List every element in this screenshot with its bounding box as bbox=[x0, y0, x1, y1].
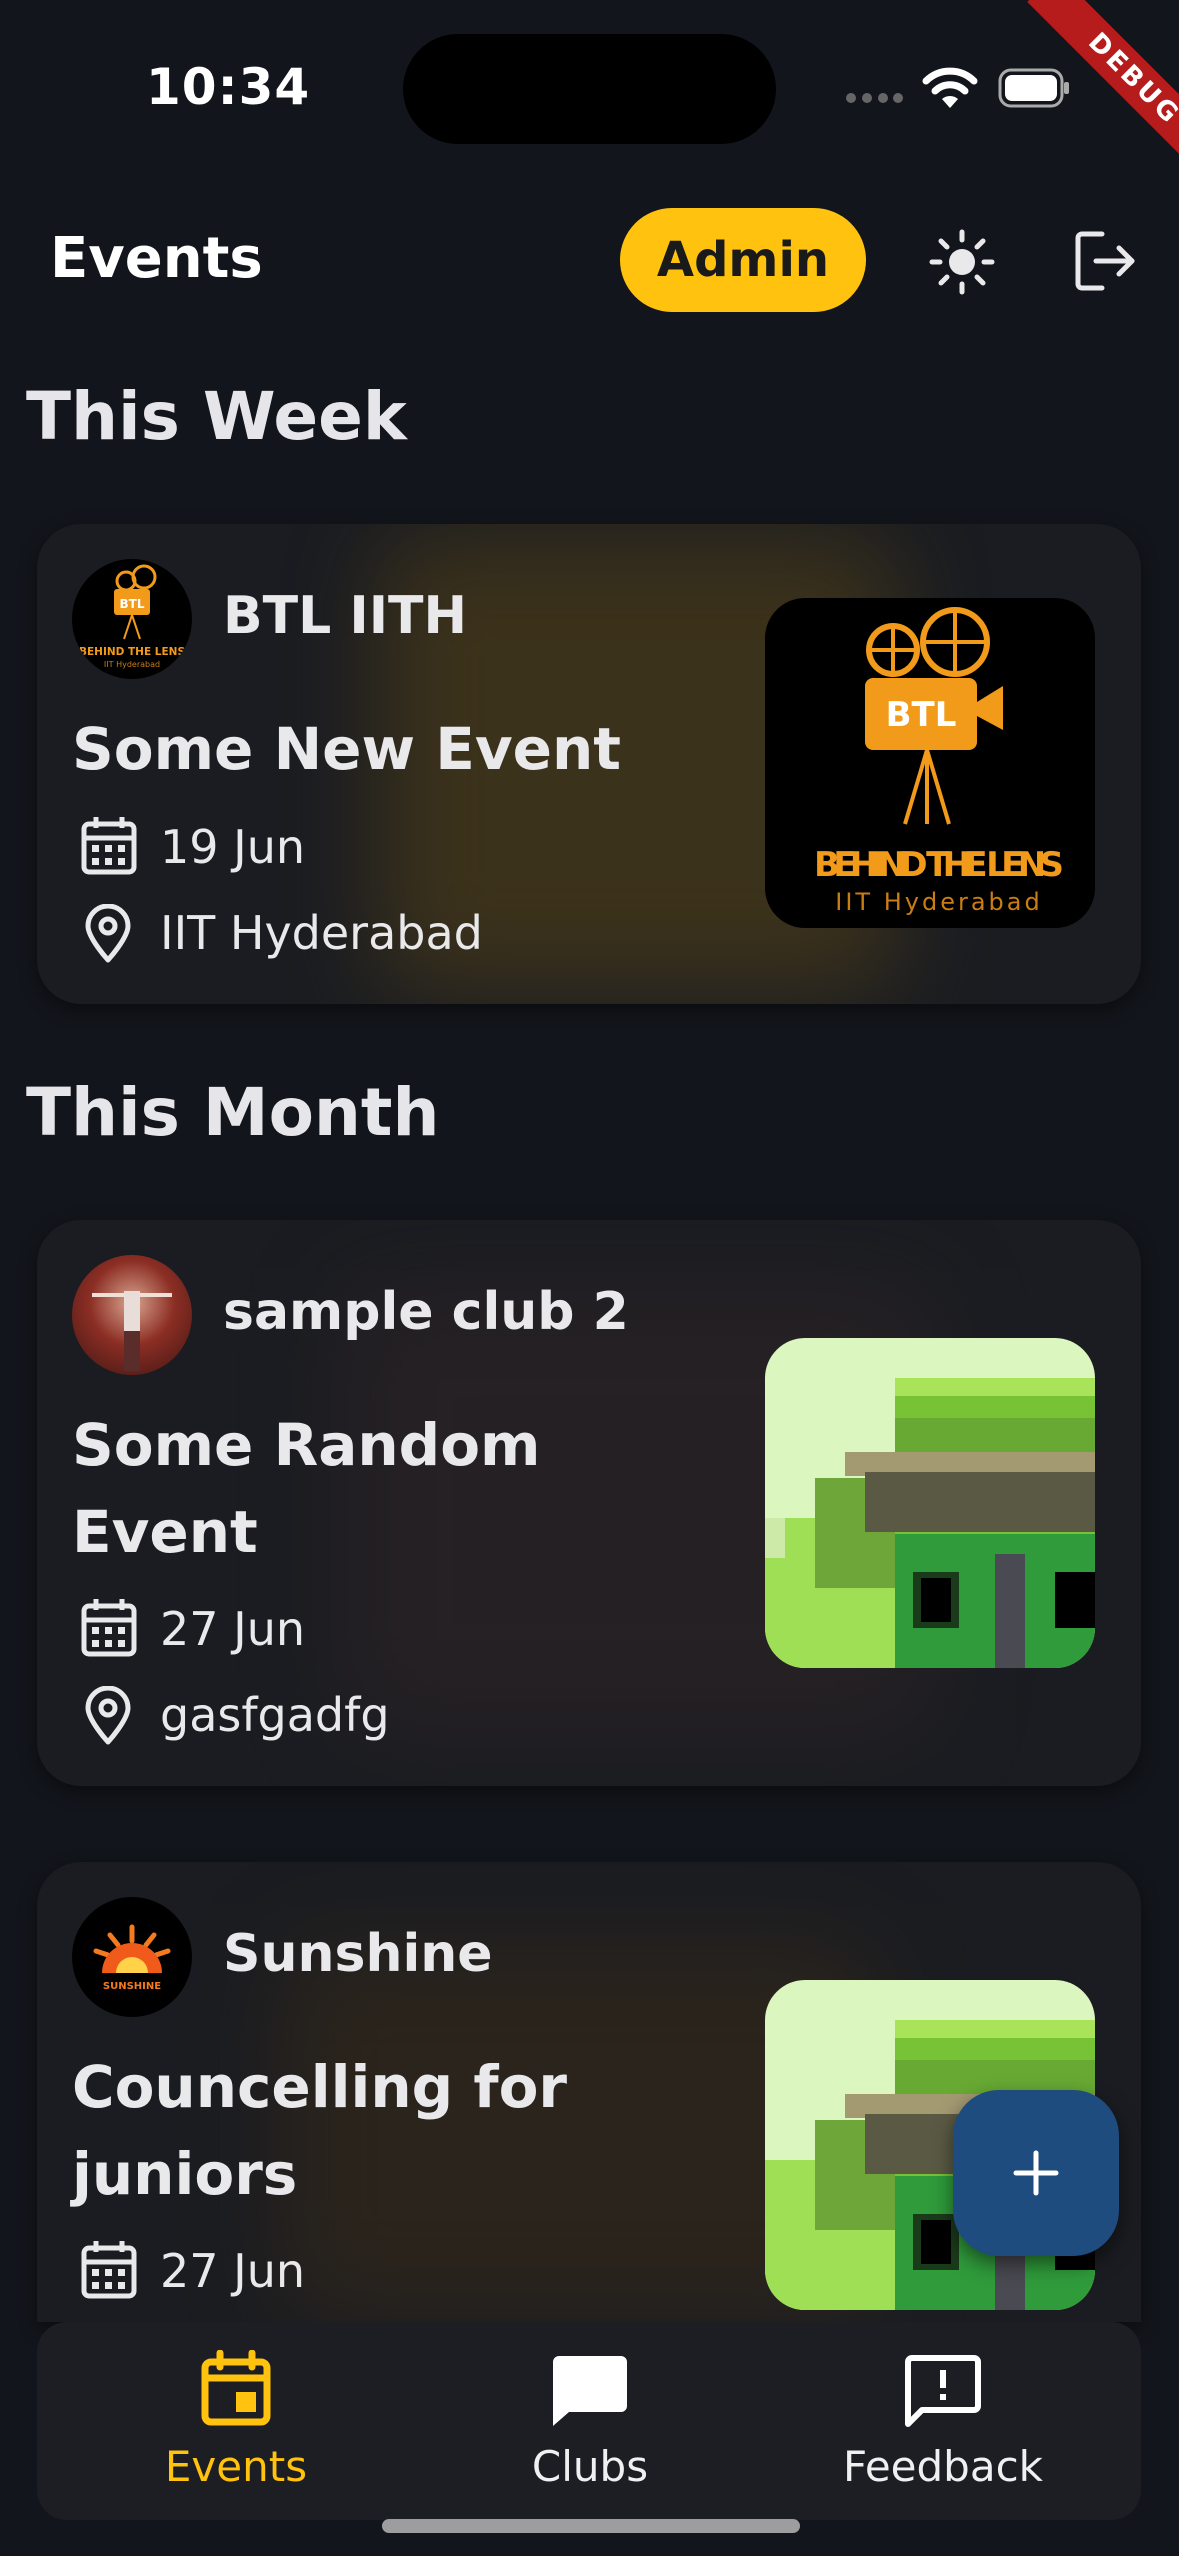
debug-banner: DEBUG bbox=[960, 0, 1179, 219]
location-pin-icon bbox=[85, 904, 131, 963]
section-title-this-week: This Week bbox=[26, 378, 407, 455]
event-location: gasfgadfg bbox=[160, 1688, 390, 1742]
event-thumbnail-btl: BTL BEHIND THE LENS IIT Hyderabad bbox=[765, 598, 1095, 928]
svg-text:BTL: BTL bbox=[886, 695, 957, 735]
event-date: 27 Jun bbox=[160, 1602, 306, 1656]
club-name: sample club 2 bbox=[223, 1282, 629, 1342]
status-time: 10:34 bbox=[146, 58, 311, 116]
section-title-this-month: This Month bbox=[26, 1074, 440, 1151]
calendar-icon bbox=[201, 2350, 271, 2426]
event-date: 27 Jun bbox=[160, 2244, 306, 2298]
svg-text:BEHIND THE LENS: BEHIND THE LENS bbox=[79, 646, 185, 658]
logout-icon[interactable] bbox=[1074, 230, 1138, 292]
event-location: IIT Hyderabad bbox=[160, 906, 483, 960]
club-avatar-sunshine: SUNSHINE bbox=[72, 1897, 192, 2017]
add-event-button[interactable] bbox=[953, 2090, 1119, 2256]
page-title: Events bbox=[50, 226, 263, 291]
dynamic-island bbox=[403, 34, 776, 144]
location-pin-icon bbox=[85, 1686, 131, 1745]
svg-text:SUNSHINE: SUNSHINE bbox=[103, 1981, 161, 1992]
nav-label: Clubs bbox=[531, 2442, 649, 2491]
event-card[interactable]: BTL BEHIND THE LENS IIT Hyderabad BTL II… bbox=[37, 524, 1141, 1004]
event-name: Councelling for juniors bbox=[72, 2053, 568, 2208]
event-date: 19 Jun bbox=[160, 820, 306, 874]
club-avatar-sample-club-2 bbox=[72, 1255, 192, 1375]
bottom-navigation: Events Clubs Feedback bbox=[37, 2322, 1141, 2520]
svg-text:IIT Hyderabad: IIT Hyderabad bbox=[835, 888, 1042, 916]
chat-bubble-icon bbox=[553, 2356, 627, 2426]
cellular-signal-icon bbox=[846, 93, 903, 103]
theme-toggle-sun-icon[interactable] bbox=[928, 228, 996, 296]
club-avatar-btl: BTL BEHIND THE LENS IIT Hyderabad bbox=[72, 559, 192, 679]
calendar-icon bbox=[81, 817, 137, 875]
svg-text:BEHIND THE LENS: BEHIND THE LENS bbox=[814, 845, 1064, 885]
club-name: BTL IITH bbox=[223, 586, 468, 646]
admin-button[interactable]: Admin bbox=[620, 208, 866, 312]
svg-text:BTL: BTL bbox=[120, 597, 145, 611]
svg-text:IIT Hyderabad: IIT Hyderabad bbox=[104, 660, 160, 669]
event-name: Some Random Event bbox=[72, 1411, 541, 1566]
event-card[interactable]: SUNSHINE Sunshine Councelling for junior… bbox=[37, 1862, 1141, 2322]
feedback-icon bbox=[905, 2355, 981, 2427]
event-name: Some New Event bbox=[72, 715, 622, 783]
nav-label: Events bbox=[164, 2442, 308, 2491]
home-indicator bbox=[382, 2519, 800, 2533]
nav-item-clubs[interactable]: Clubs bbox=[440, 2322, 740, 2520]
plus-icon bbox=[1013, 2150, 1059, 2196]
nav-label: Feedback bbox=[842, 2442, 1043, 2491]
nav-item-feedback[interactable]: Feedback bbox=[793, 2322, 1093, 2520]
calendar-icon bbox=[81, 2241, 137, 2299]
event-card[interactable]: sample club 2 Some Random Event 27 Jun g… bbox=[37, 1220, 1141, 1786]
event-thumbnail-pixel-house bbox=[765, 1338, 1095, 1668]
calendar-icon bbox=[81, 1599, 137, 1657]
club-name: Sunshine bbox=[223, 1924, 493, 1984]
nav-item-events[interactable]: Events bbox=[86, 2322, 386, 2520]
